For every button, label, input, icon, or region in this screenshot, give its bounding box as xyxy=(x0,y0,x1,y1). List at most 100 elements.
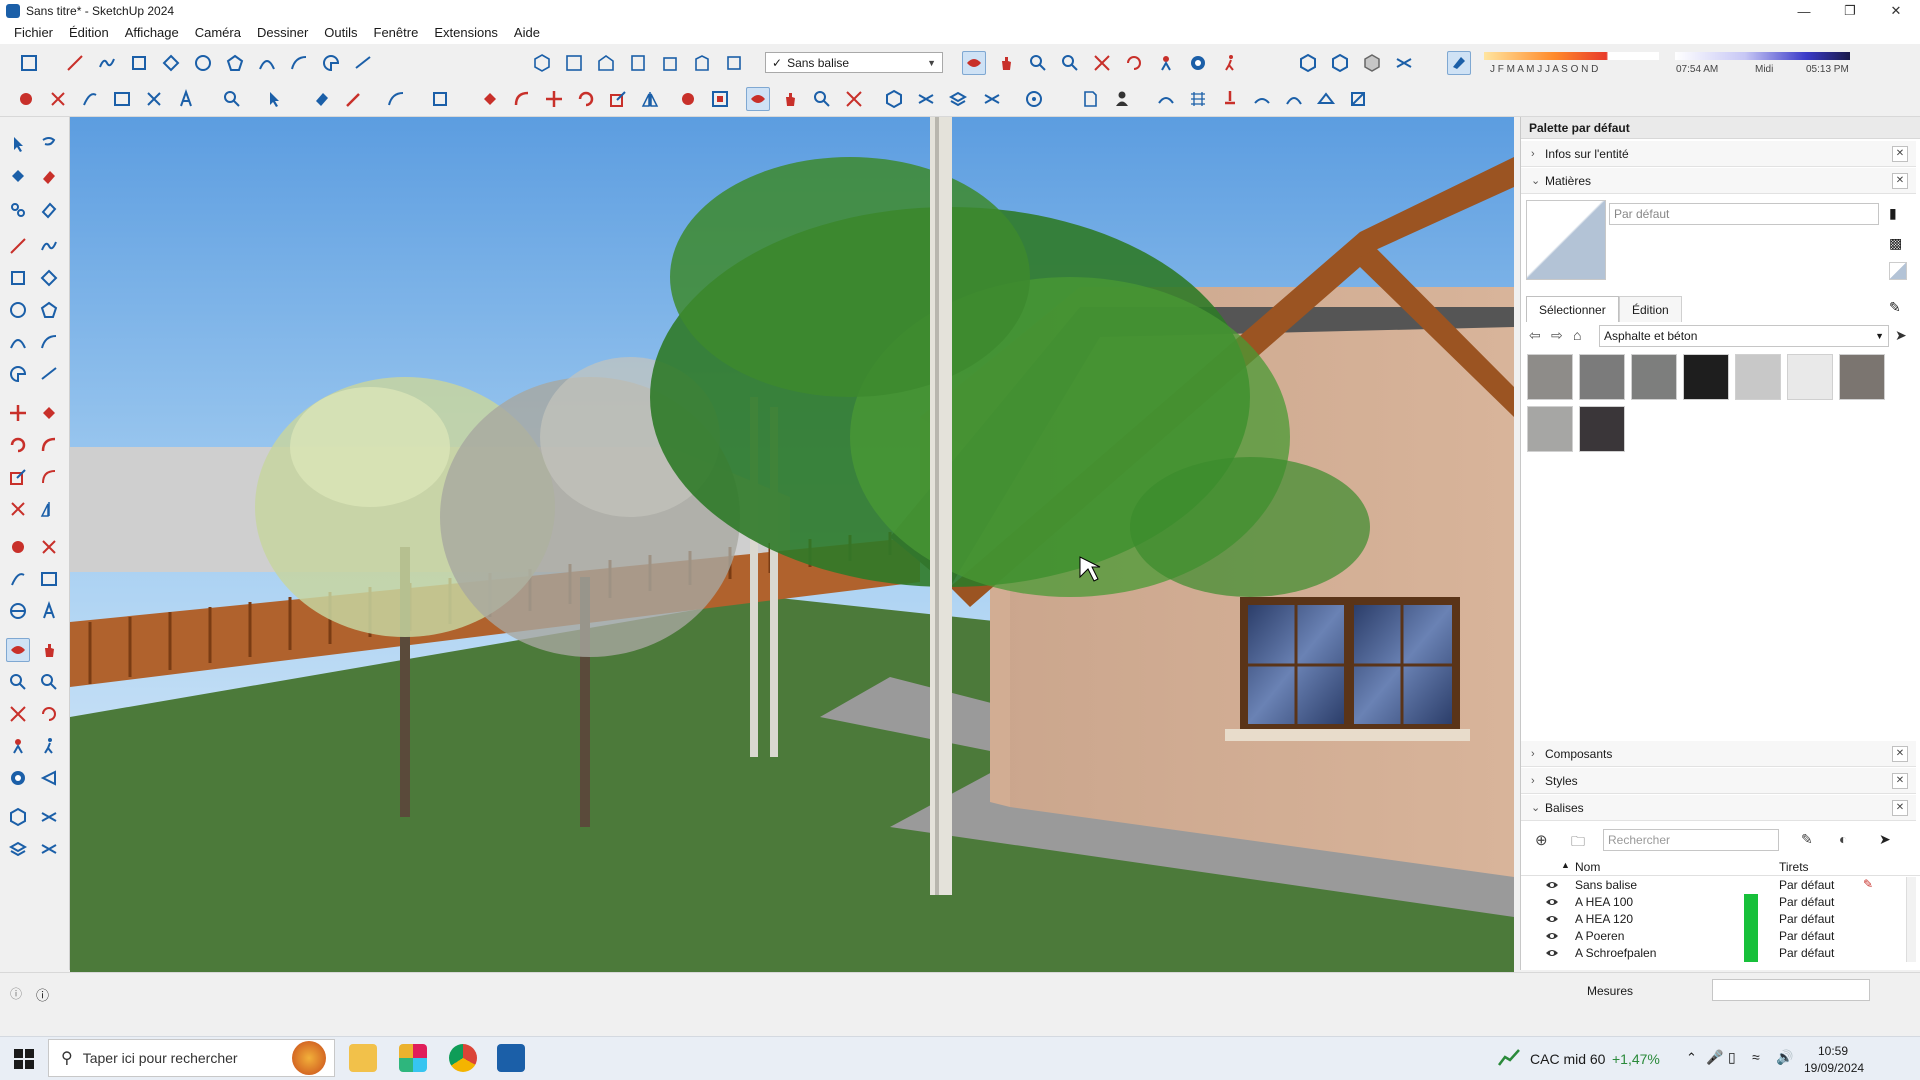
tag-list-scrollbar[interactable] xyxy=(1906,877,1916,962)
arc-3pt-left-icon[interactable] xyxy=(37,362,61,386)
right-view-icon[interactable] xyxy=(626,51,650,75)
axes-left-icon[interactable] xyxy=(6,497,30,521)
default-material-icon[interactable] xyxy=(1889,262,1907,280)
flip-edge-icon[interactable] xyxy=(1346,87,1370,111)
back-arrow-icon[interactable]: ⇦ xyxy=(1529,327,1541,344)
eraser-tool-icon[interactable] xyxy=(310,87,334,111)
top-view-icon[interactable] xyxy=(562,51,586,75)
shadow-date-slider[interactable] xyxy=(1484,52,1659,60)
tag-color-swatch[interactable] xyxy=(1744,928,1758,945)
wifi-icon[interactable]: ≈ xyxy=(1752,1049,1760,1065)
zoom-window-icon[interactable] xyxy=(1058,51,1082,75)
pan-tool-2-icon[interactable] xyxy=(778,87,802,111)
text-tool-icon[interactable] xyxy=(14,87,38,111)
maximize-button[interactable]: ❐ xyxy=(1827,0,1873,22)
smoove-icon[interactable] xyxy=(1218,87,1242,111)
xray-style-icon[interactable] xyxy=(1296,51,1320,75)
pie-left-icon[interactable] xyxy=(6,362,30,386)
scale-tool-icon[interactable] xyxy=(606,87,630,111)
rotated-rect-left-icon[interactable] xyxy=(37,266,61,290)
material-swatch[interactable] xyxy=(1683,354,1729,400)
rotate-tool-icon[interactable] xyxy=(574,87,598,111)
zoom-tool-2-icon[interactable] xyxy=(810,87,834,111)
close-icon[interactable]: ✕ xyxy=(1892,745,1908,762)
search-icon[interactable] xyxy=(220,87,244,111)
tag-search-input[interactable]: Rechercher xyxy=(1603,829,1779,851)
make-component-icon[interactable] xyxy=(6,198,30,222)
home-icon[interactable]: ⌂ xyxy=(1573,327,1581,343)
sort-chevron-up-icon[interactable]: ▲ xyxy=(1561,860,1570,870)
menu-affichage[interactable]: Affichage xyxy=(117,22,187,44)
pie-tool-icon[interactable] xyxy=(319,51,343,75)
zoom-extents-2-icon[interactable] xyxy=(842,87,866,111)
eraser-left-icon[interactable] xyxy=(37,165,61,189)
tag-col-dash[interactable]: Tirets xyxy=(1779,860,1809,874)
shadows-toggle-icon[interactable] xyxy=(1447,51,1471,75)
menu-camera[interactable]: Caméra xyxy=(187,22,249,44)
protractor-icon[interactable] xyxy=(142,87,166,111)
arc-left-icon[interactable] xyxy=(6,330,30,354)
color-by-tag-icon[interactable]: ◐ xyxy=(1839,831,1847,847)
pencil-icon[interactable]: ✎ xyxy=(1801,831,1813,848)
menu-fichier[interactable]: Fichier xyxy=(6,22,61,44)
rectangle-left-icon[interactable] xyxy=(6,266,30,290)
material-swatch[interactable] xyxy=(1839,354,1885,400)
look-around-icon[interactable] xyxy=(1186,51,1210,75)
new-page-icon[interactable] xyxy=(1078,87,1102,111)
move-tool-icon[interactable] xyxy=(542,87,566,111)
rotate-left-icon[interactable] xyxy=(6,433,30,457)
tag-row[interactable]: A HEA 100 Par défaut xyxy=(1521,894,1901,911)
add-tag-folder-icon[interactable]: 🗀 xyxy=(1571,831,1585,855)
tag-row[interactable]: A Schroefpalen Par défaut xyxy=(1521,945,1901,962)
close-icon[interactable]: ✕ xyxy=(1892,172,1908,189)
look-around-left-icon[interactable] xyxy=(6,766,30,790)
freehand-left-icon[interactable] xyxy=(37,234,61,258)
offset-tool-icon[interactable] xyxy=(708,87,732,111)
line-left-icon[interactable] xyxy=(6,234,30,258)
walk-left-icon[interactable] xyxy=(37,734,61,758)
tape-measure-icon[interactable] xyxy=(78,87,102,111)
material-swatch[interactable] xyxy=(1787,354,1833,400)
3d-text-icon[interactable] xyxy=(174,87,198,111)
close-icon[interactable]: ✕ xyxy=(1892,772,1908,789)
material-swatch[interactable] xyxy=(1527,406,1573,452)
circle-left-icon[interactable] xyxy=(6,298,30,322)
position-camera-left-icon[interactable] xyxy=(6,734,30,758)
text-left-icon[interactable] xyxy=(37,567,61,591)
create-material-icon[interactable]: ▩ xyxy=(1889,235,1907,253)
close-icon[interactable]: ✕ xyxy=(1892,145,1908,162)
sample-paint-icon[interactable]: ▮ xyxy=(1889,205,1907,223)
outliner-left-icon[interactable] xyxy=(6,805,30,829)
dimension-tool-icon[interactable] xyxy=(110,87,134,111)
user-icon[interactable] xyxy=(1110,87,1134,111)
section-cut-icon[interactable] xyxy=(980,87,1004,111)
front-view-icon[interactable] xyxy=(594,51,618,75)
rotated-rectangle-icon[interactable] xyxy=(159,51,183,75)
arc-3pt-icon[interactable] xyxy=(351,51,375,75)
arc-tool-icon[interactable] xyxy=(255,51,279,75)
add-detail-icon[interactable] xyxy=(1314,87,1338,111)
menu-aide[interactable]: Aide xyxy=(506,22,548,44)
shaded-style-icon[interactable] xyxy=(1360,51,1384,75)
layers-left-icon[interactable] xyxy=(6,837,30,861)
zoom-left-icon[interactable] xyxy=(6,670,30,694)
line-tool-icon[interactable] xyxy=(63,51,87,75)
menu-dessiner[interactable]: Dessiner xyxy=(249,22,316,44)
bottom-view-icon[interactable] xyxy=(722,51,746,75)
select-arrow-icon[interactable] xyxy=(6,132,30,156)
pencil-tool-icon[interactable] xyxy=(342,87,366,111)
material-swatch[interactable] xyxy=(1631,354,1677,400)
layers-icon[interactable] xyxy=(946,87,970,111)
shadow-time-slider[interactable] xyxy=(1675,52,1850,60)
circle-tool-icon[interactable] xyxy=(191,51,215,75)
close-icon[interactable]: ✕ xyxy=(1892,799,1908,816)
follow-me-icon[interactable] xyxy=(510,87,534,111)
section-icon[interactable] xyxy=(914,87,938,111)
axes-tool-icon[interactable] xyxy=(46,87,70,111)
tag-row[interactable]: Sans balise Par défaut ✎ xyxy=(1521,877,1901,894)
left-view-icon[interactable] xyxy=(690,51,714,75)
geolocation-icon[interactable] xyxy=(1022,87,1046,111)
axes-tool-left-icon[interactable] xyxy=(6,599,30,623)
dimension-left-icon[interactable] xyxy=(6,567,30,591)
drape-icon[interactable] xyxy=(1282,87,1306,111)
